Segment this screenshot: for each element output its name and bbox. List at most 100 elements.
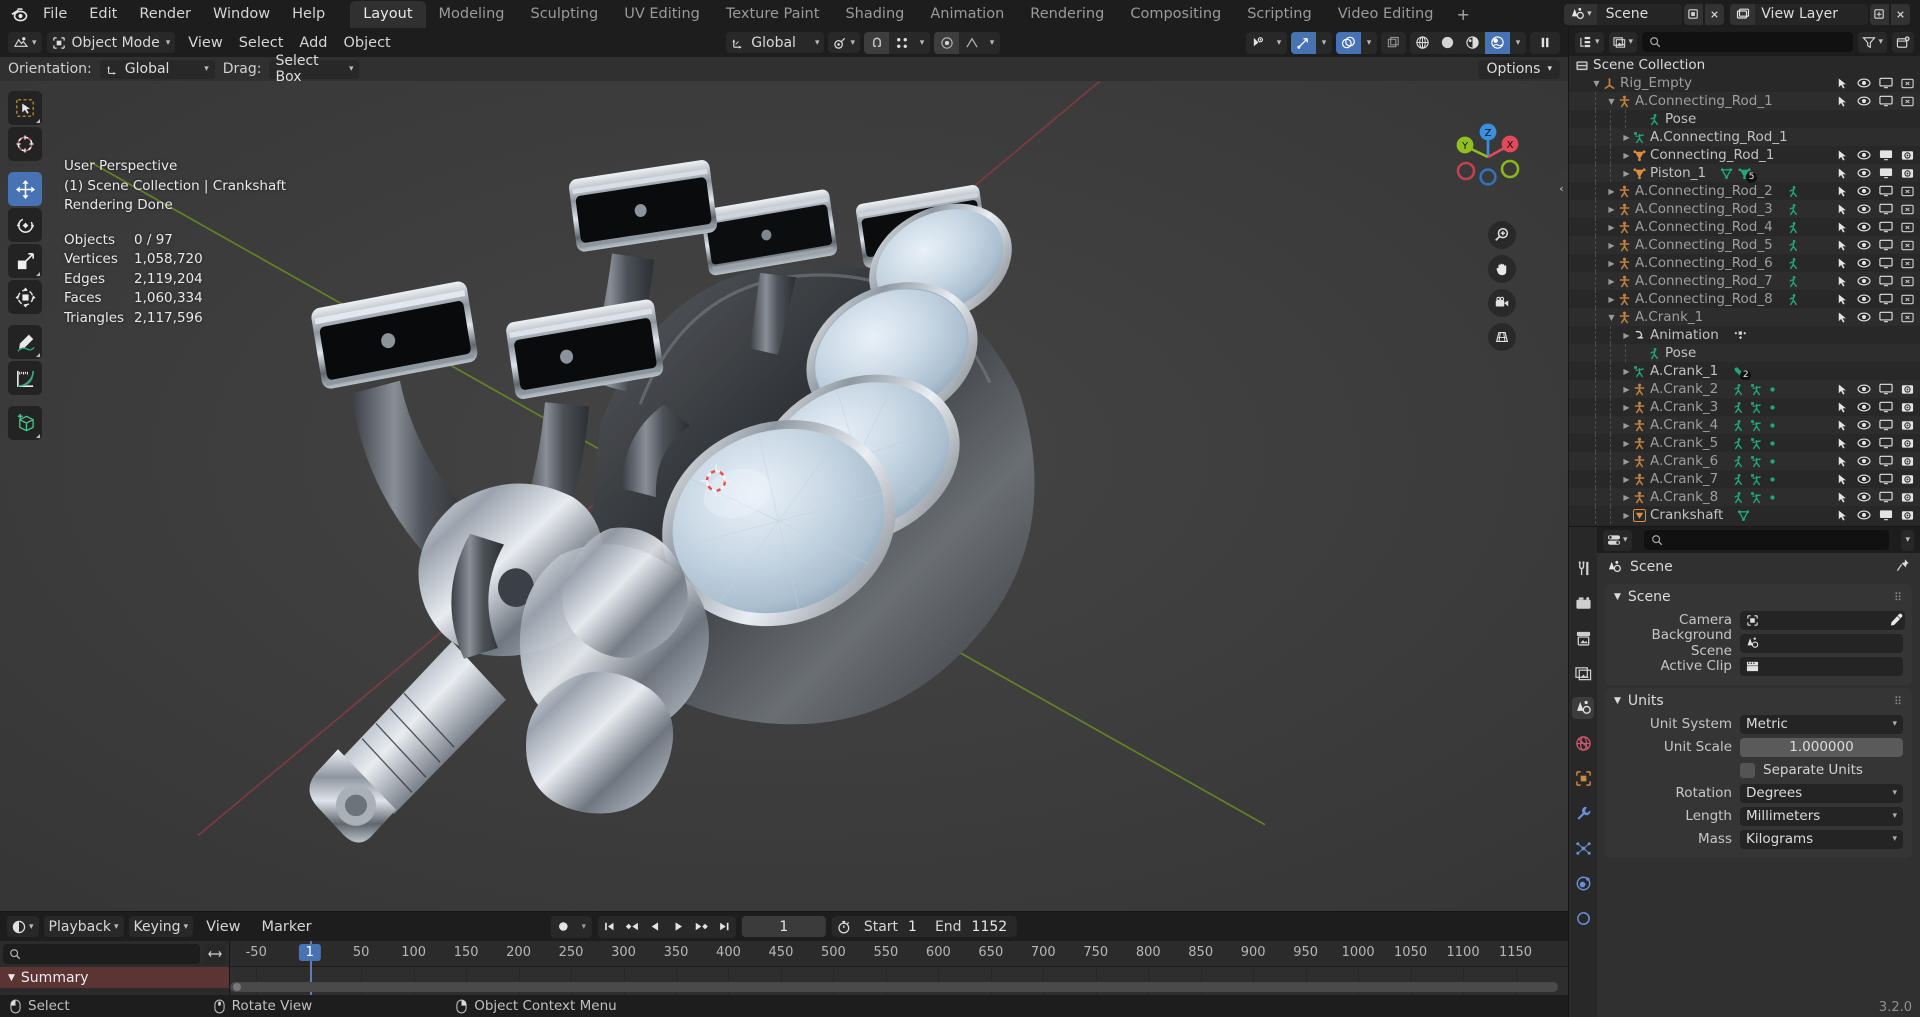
outliner-toggle-select[interactable] [1836,311,1849,324]
show-overlays-icon[interactable] [1336,31,1361,54]
blender-logo-icon[interactable] [6,1,32,27]
expand-arrow-right-icon[interactable]: ▶ [1605,295,1618,304]
shading-material-preview-icon[interactable] [1460,32,1485,54]
menu-help[interactable]: Help [281,3,336,25]
panel-header[interactable]: ▼ Scene ⠿ [1605,586,1912,608]
outliner-row[interactable]: ▶ A.Crank_7 [1569,470,1920,488]
field-value-length[interactable]: Millimeters ▾ [1740,806,1903,826]
render-tab[interactable] [1572,592,1594,614]
outliner-toggle-render-off[interactable] [1901,275,1914,287]
panel-header[interactable]: ▼ Units ⠿ [1605,690,1912,712]
outliner-toggle-render-off[interactable] [1901,185,1914,197]
outliner-toggle-render-off[interactable] [1901,221,1914,233]
outliner-toggle-select[interactable] [1836,239,1849,252]
expand-arrow-right-icon[interactable]: ▶ [1605,277,1618,286]
move-tool[interactable] [8,172,42,206]
outliner-toggle-select[interactable] [1836,437,1849,450]
panel-drag-dots[interactable]: ⠿ [1894,591,1903,604]
drag-dropdown[interactable]: Select Box ▾ [269,53,360,85]
new-collection-icon[interactable] [1892,31,1914,53]
falloff-dropdown[interactable]: ▾ [984,31,1000,54]
viewlayer-tab[interactable] [1572,662,1594,684]
expand-arrow-right-icon[interactable]: ▶ [1605,259,1618,268]
sidebar-toggle-arrow[interactable]: ‹ [1555,171,1568,205]
measure-tool[interactable] [8,361,42,395]
jump-to-end-button[interactable] [713,916,736,938]
outliner-toggle-eye[interactable] [1857,203,1871,215]
workspace-tab-compositing[interactable]: Compositing [1117,1,1234,28]
shading-rendered-icon[interactable] [1485,31,1510,54]
menu-file[interactable]: File [32,3,78,25]
interaction-mode-selector[interactable]: Object Mode ▾ [46,32,176,53]
transform-orientation-selector[interactable]: Global ▾ [726,32,825,53]
outliner-toggle-select[interactable] [1836,491,1849,504]
outliner-toggle-render-on[interactable] [1901,491,1914,503]
outliner-toggle-screen[interactable] [1879,221,1893,233]
checkbox-separate-units[interactable] [1740,762,1755,778]
viewport-options-button[interactable]: Options ▾ [1478,59,1560,79]
outliner-toggle-render-off[interactable] [1901,203,1914,215]
outliner-toggle-select[interactable] [1836,293,1849,306]
outliner-toggle-eye[interactable] [1857,383,1871,395]
outliner-row[interactable]: Pose [1569,344,1920,362]
outliner-row[interactable]: ▶ A.Crank_1 2 [1569,362,1920,381]
outliner-toggle-select[interactable] [1836,185,1849,198]
outliner-id-type-icon[interactable]: ▾ [1608,31,1638,53]
outliner-toggle-screen[interactable] [1879,77,1893,89]
workspace-tab-video-editing[interactable]: Video Editing [1325,1,1447,28]
panel-collapse-icon[interactable]: ▼ [1614,696,1621,706]
outliner-toggle-screen[interactable] [1879,185,1893,197]
outliner-toggle-render-on[interactable] [1901,167,1914,179]
workspace-tab-uv-editing[interactable]: UV Editing [611,1,713,28]
constraints-tab[interactable] [1572,907,1594,929]
outliner-toggle-select[interactable] [1836,203,1849,216]
expand-arrow-right-icon[interactable]: ▶ [1620,331,1633,340]
outliner-row[interactable]: ▶ A.Connecting_Rod_3 [1569,200,1920,218]
outliner-toggle-eye[interactable] [1857,275,1871,287]
camera-view-icon[interactable] [1488,289,1516,317]
stopwatch-icon[interactable] [832,916,856,937]
chevron-down-icon[interactable]: ▾ [1892,719,1897,729]
outliner-toggle-screen[interactable] [1879,239,1893,251]
3d-viewport[interactable]: User Perspective (1) Scene Collection | … [0,81,1568,911]
expand-arrow-right-icon[interactable]: ▶ [1605,205,1618,214]
outliner-toggle-screen-on[interactable] [1879,167,1893,179]
workspace-tab-sculpting[interactable]: Sculpting [517,1,611,28]
outliner-row[interactable]: ▼ A.Crank_1 [1569,308,1920,326]
expand-arrow-right-icon[interactable]: ▶ [1620,151,1633,160]
outliner-toggle-select[interactable] [1836,95,1849,108]
expand-arrow-down-icon[interactable]: ▼ [1590,79,1603,88]
snap-magnet-icon[interactable] [864,31,889,54]
expand-arrow-right-icon[interactable]: ▶ [1620,439,1633,448]
outliner-toggle-screen[interactable] [1879,455,1893,467]
workspace-tab-layout[interactable]: Layout [350,1,426,28]
field-value-background-scene[interactable] [1740,633,1903,653]
expand-arrow-right-icon[interactable]: ▶ [1620,511,1633,520]
eyedropper-icon[interactable] [1889,613,1903,627]
outliner-toggle-render-on[interactable] [1901,455,1914,467]
panel-collapse-icon[interactable]: ▼ [1614,592,1621,602]
view-layer-name-field[interactable]: View Layer [1755,3,1868,25]
field-value-mass[interactable]: Kilograms ▾ [1740,829,1903,849]
falloff-smooth-icon[interactable] [934,31,959,54]
end-frame-value[interactable]: 1152 [970,919,1018,935]
outliner-row[interactable]: ▶ A.Connecting_Rod_7 [1569,272,1920,290]
outliner-toggle-render-off[interactable] [1901,95,1914,107]
timeline-horizontal-scrollbar[interactable] [230,982,1558,992]
channel-search-input[interactable] [3,944,200,964]
expand-arrow-right-icon[interactable]: ▶ [1605,241,1618,250]
summary-channel-row[interactable]: ▼ Summary [0,967,229,988]
pin-icon[interactable] [1896,558,1910,576]
outliner-tree[interactable]: Scene Collection ▼ Rig_Empty ▼ A.Connecting… [1569,56,1920,526]
particles-tab[interactable] [1572,837,1594,859]
workspace-tab-rendering[interactable]: Rendering [1017,1,1117,28]
expand-arrow-right-icon[interactable]: ▶ [1620,457,1633,466]
outliner-toggle-render-off[interactable] [1901,311,1914,323]
modifier-tab[interactable] [1572,802,1594,824]
outliner-toggle-render-on[interactable] [1901,437,1914,449]
shading-wireframe-icon[interactable] [1410,32,1435,54]
outliner-row[interactable]: ▼ Rig_Empty [1569,74,1920,92]
jump-prev-keyframe-button[interactable] [621,916,644,938]
new-view-layer-button[interactable] [1870,3,1889,25]
start-frame-value[interactable]: 1 [906,919,927,935]
